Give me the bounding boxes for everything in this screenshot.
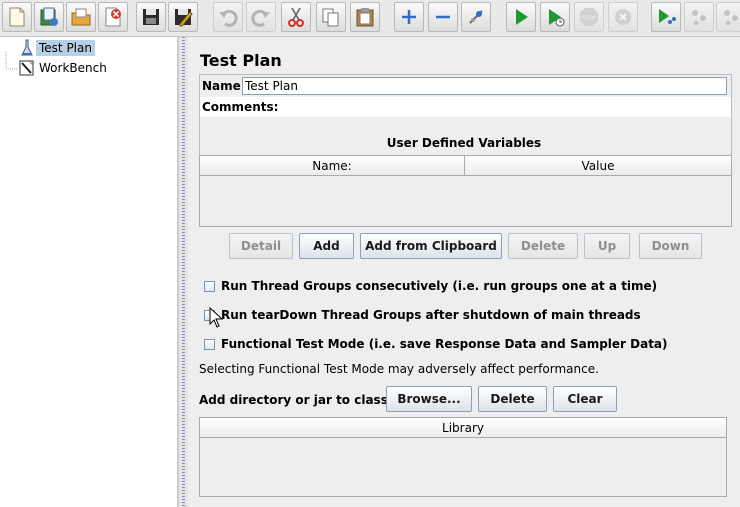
paste-button[interactable]: [350, 2, 380, 32]
browse-button[interactable]: Browse...: [386, 386, 472, 412]
test-plan-panel: Test Plan Name: Comments: User Defined V…: [188, 37, 740, 507]
save-as-icon: [175, 9, 193, 27]
divider-grip: [182, 37, 185, 507]
expand-icon: [402, 10, 416, 24]
open-icon: [71, 8, 91, 26]
new-icon: [9, 7, 25, 27]
comments-row[interactable]: Comments:: [200, 97, 731, 117]
down-button[interactable]: Down: [639, 233, 702, 259]
remote-start-button[interactable]: [651, 2, 681, 32]
tree-item-label: WorkBench: [39, 61, 107, 75]
library-column[interactable]: Library: [200, 418, 726, 438]
close-icon: [105, 7, 121, 27]
detail-button[interactable]: Detail: [229, 233, 293, 259]
collapse-button[interactable]: [428, 2, 458, 32]
run-consecutively-checkbox[interactable]: [204, 280, 215, 292]
split-pane-divider[interactable]: [178, 37, 188, 507]
new-button[interactable]: [2, 2, 32, 32]
start-button[interactable]: [506, 2, 536, 32]
collapse-icon: [436, 15, 450, 19]
up-button[interactable]: Up: [584, 233, 630, 259]
templates-icon: [40, 7, 58, 26]
open-button[interactable]: [66, 2, 96, 32]
delete-variable-button[interactable]: Delete: [508, 233, 578, 259]
udv-column-name[interactable]: Name:: [200, 156, 465, 176]
redo-icon: [251, 9, 270, 27]
toolbar: STOP: [0, 0, 740, 37]
toggle-icon: [469, 10, 483, 24]
cut-button[interactable]: [281, 2, 311, 32]
toggle-button[interactable]: [461, 2, 491, 32]
expand-button[interactable]: [394, 2, 424, 32]
test-plan-icon: [21, 39, 33, 56]
stop-icon: STOP: [580, 8, 598, 26]
cut-icon: [288, 7, 304, 27]
udv-table[interactable]: Name: Value: [199, 155, 732, 227]
templates-button[interactable]: [34, 2, 64, 32]
option-label: Run Thread Groups consecutively (i.e. ru…: [221, 279, 658, 293]
remote-start-icon: [659, 9, 676, 24]
stop-button[interactable]: STOP: [574, 2, 604, 32]
functional-test-mode-checkbox[interactable]: [204, 338, 215, 350]
add-from-clipboard-button[interactable]: Add from Clipboard: [360, 233, 502, 259]
copy-button[interactable]: [316, 2, 346, 32]
undo-icon: [219, 9, 238, 27]
functional-test-mode-option[interactable]: Functional Test Mode (i.e. save Response…: [204, 335, 668, 353]
comments-label: Comments:: [202, 100, 279, 114]
delete-library-button[interactable]: Delete: [478, 386, 547, 412]
option-label: Functional Test Mode (i.e. save Response…: [221, 337, 668, 351]
start-icon: [516, 9, 528, 25]
functional-mode-note: Selecting Functional Test Mode may adver…: [199, 362, 599, 376]
remote-stop-icon: [692, 10, 706, 26]
tree-item-label: Test Plan: [36, 40, 95, 56]
tree-item-workbench[interactable]: WorkBench: [18, 59, 110, 77]
add-button[interactable]: Add: [299, 233, 354, 259]
teardown-after-shutdown-option[interactable]: Run tearDown Thread Groups after shutdow…: [204, 306, 641, 324]
redo-button[interactable]: [246, 2, 276, 32]
option-label: Run tearDown Thread Groups after shutdow…: [221, 308, 641, 322]
panel-title: Test Plan: [200, 51, 282, 70]
workbench-icon: [19, 60, 34, 76]
start-no-timers-button[interactable]: [540, 2, 570, 32]
start-no-timers-icon: [549, 9, 565, 27]
shutdown-button[interactable]: [608, 2, 638, 32]
library-table[interactable]: Library: [199, 417, 727, 497]
save-button[interactable]: [136, 2, 166, 32]
svg-text:STOP: STOP: [582, 16, 597, 22]
clear-button[interactable]: Clear: [553, 386, 617, 412]
paste-icon: [356, 8, 374, 27]
shutdown-icon: [615, 9, 631, 25]
undo-button[interactable]: [213, 2, 243, 32]
close-button[interactable]: [98, 2, 128, 32]
udv-title: User Defined Variables: [386, 136, 542, 150]
name-label: Name:: [202, 79, 246, 93]
name-field[interactable]: [242, 77, 727, 95]
run-consecutively-option[interactable]: Run Thread Groups consecutively (i.e. ru…: [204, 277, 657, 295]
save-as-button[interactable]: [168, 2, 198, 32]
remote-stop-button[interactable]: [684, 2, 714, 32]
mouse-cursor-icon: [209, 307, 224, 328]
tree-item-test-plan[interactable]: Test Plan: [18, 39, 95, 57]
remote-shutdown-icon: [724, 10, 738, 26]
udv-column-value[interactable]: Value: [465, 156, 731, 176]
copy-icon: [322, 8, 339, 27]
test-tree[interactable]: Test Plan WorkBench: [0, 37, 178, 507]
remote-shutdown-button[interactable]: [716, 2, 740, 32]
save-icon: [143, 9, 159, 25]
